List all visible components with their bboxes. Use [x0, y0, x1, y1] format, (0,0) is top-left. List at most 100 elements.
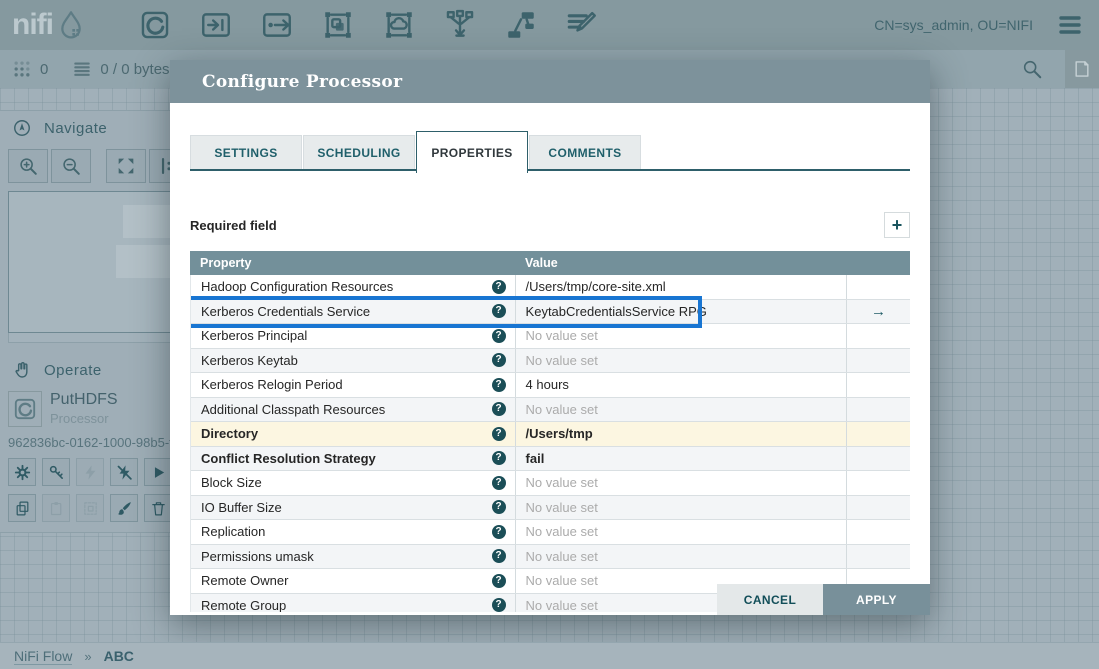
value-cell[interactable]: No value set [516, 398, 848, 422]
property-cell: Remote Group? [191, 594, 516, 613]
delete-button[interactable] [144, 494, 170, 522]
bulletin-note-button[interactable] [1065, 50, 1099, 88]
template-tool[interactable] [504, 8, 538, 42]
funnel-tool[interactable] [443, 8, 477, 42]
help-icon[interactable]: ? [492, 549, 506, 563]
zoom-out-button[interactable] [51, 149, 91, 183]
property-name: Hadoop Configuration Resources [201, 279, 492, 294]
help-icon[interactable]: ? [492, 598, 506, 612]
help-icon[interactable]: ? [492, 329, 506, 343]
property-value: No value set [526, 500, 598, 515]
breadcrumb-root-link[interactable]: NiFi Flow [14, 648, 72, 665]
operate-panel-header[interactable]: Operate [0, 353, 170, 387]
property-cell: Kerberos Relogin Period? [191, 373, 516, 397]
property-value: /Users/tmp/core-site.xml [526, 279, 666, 294]
table-row: Kerberos Principal? No value set [191, 324, 910, 349]
remote-process-group-tool[interactable] [382, 8, 416, 42]
help-icon[interactable]: ? [492, 525, 506, 539]
help-icon[interactable]: ? [492, 353, 506, 367]
minimap-component [116, 245, 170, 278]
hand-icon [12, 360, 32, 380]
property-value: 4 hours [526, 377, 569, 392]
value-cell[interactable]: KeytabCredentialsService RPG [516, 300, 848, 324]
value-cell[interactable]: /Users/tmp [516, 422, 848, 446]
property-name: IO Buffer Size [201, 500, 492, 515]
property-name: Conflict Resolution Strategy [201, 451, 492, 466]
help-icon[interactable]: ? [492, 574, 506, 588]
property-cell: Replication? [191, 520, 516, 544]
input-port-tool[interactable] [199, 8, 233, 42]
breadcrumb-current: ABC [104, 648, 134, 664]
value-cell[interactable]: No value set [516, 471, 848, 495]
component-toolbar [138, 8, 626, 42]
help-icon[interactable]: ? [492, 476, 506, 490]
tab-properties[interactable]: PROPERTIES [416, 131, 528, 173]
cancel-button[interactable]: CANCEL [717, 584, 823, 615]
zoom-actual-button[interactable] [149, 149, 170, 183]
help-icon[interactable]: ? [492, 402, 506, 416]
breadcrumb-separator: » [84, 649, 91, 664]
gear-button[interactable] [8, 458, 36, 486]
key-button[interactable] [42, 458, 70, 486]
help-icon[interactable]: ? [492, 378, 506, 392]
table-row: IO Buffer Size? No value set [191, 496, 910, 521]
bolt-button [76, 458, 104, 486]
value-cell[interactable]: /Users/tmp/core-site.xml [516, 275, 848, 299]
help-icon[interactable]: ? [492, 451, 506, 465]
goto-service-arrow[interactable]: → [847, 303, 910, 320]
property-name: Kerberos Relogin Period [201, 377, 492, 392]
copy-button[interactable] [8, 494, 36, 522]
value-cell[interactable]: No value set [516, 349, 848, 373]
value-cell[interactable]: No value set [516, 520, 848, 544]
property-name: Remote Owner [201, 573, 492, 588]
zoom-in-button[interactable] [8, 149, 48, 183]
property-name: Permissions umask [201, 549, 492, 564]
table-row: Kerberos Relogin Period? 4 hours [191, 373, 910, 398]
dialog-header: Configure Processor [170, 60, 930, 103]
search-icon[interactable] [1021, 58, 1043, 80]
global-menu-button[interactable] [1055, 13, 1085, 37]
property-cell: Kerberos Credentials Service? [191, 300, 516, 324]
birdseye-minimap[interactable] [8, 191, 170, 333]
properties-table: Property Value Hadoop Configuration Reso… [190, 251, 910, 612]
dialog-tabs: SETTINGSSCHEDULINGPROPERTIESCOMMENTS [190, 131, 910, 171]
droplet-icon [55, 8, 87, 42]
label-tool[interactable] [565, 8, 599, 42]
property-name: Directory [201, 426, 492, 441]
play-button[interactable] [144, 458, 170, 486]
queued-count: 0 / 0 bytes [100, 61, 169, 78]
process-group-tool[interactable] [321, 8, 355, 42]
output-port-tool[interactable] [260, 8, 294, 42]
help-icon[interactable]: ? [492, 427, 506, 441]
tab-scheduling[interactable]: SCHEDULING [303, 135, 415, 169]
navigate-panel-header[interactable]: Navigate [0, 111, 170, 145]
value-cell[interactable]: No value set [516, 324, 848, 348]
value-cell[interactable]: No value set [516, 545, 848, 569]
value-cell[interactable]: No value set [516, 496, 848, 520]
help-icon[interactable]: ? [492, 304, 506, 318]
processor-tool[interactable] [138, 8, 172, 42]
apply-button[interactable]: APPLY [823, 584, 930, 615]
property-name: Kerberos Principal [201, 328, 492, 343]
property-value: KeytabCredentialsService RPG [526, 304, 707, 319]
table-row: Hadoop Configuration Resources? /Users/tm… [191, 275, 910, 300]
help-icon[interactable]: ? [492, 500, 506, 514]
operate-buttons-row1 [8, 458, 170, 486]
property-name: Remote Group [201, 598, 492, 612]
help-icon[interactable]: ? [492, 280, 506, 294]
value-cell[interactable]: 4 hours [516, 373, 848, 397]
zoom-fit-button[interactable] [106, 149, 146, 183]
value-cell[interactable]: fail [516, 447, 848, 471]
property-name: Kerberos Keytab [201, 353, 492, 368]
brush-button[interactable] [110, 494, 138, 522]
property-value: No value set [526, 549, 598, 564]
bolt-slash-button[interactable] [110, 458, 138, 486]
property-cell: Block Size? [191, 471, 516, 495]
navigate-controls [0, 145, 170, 189]
property-value: No value set [526, 353, 598, 368]
add-property-button[interactable]: + [884, 212, 910, 238]
tab-comments[interactable]: COMMENTS [529, 135, 641, 169]
tab-settings[interactable]: SETTINGS [190, 135, 302, 169]
nifi-logo-text: nifi [12, 8, 53, 42]
selected-component-type: Processor [50, 411, 118, 426]
